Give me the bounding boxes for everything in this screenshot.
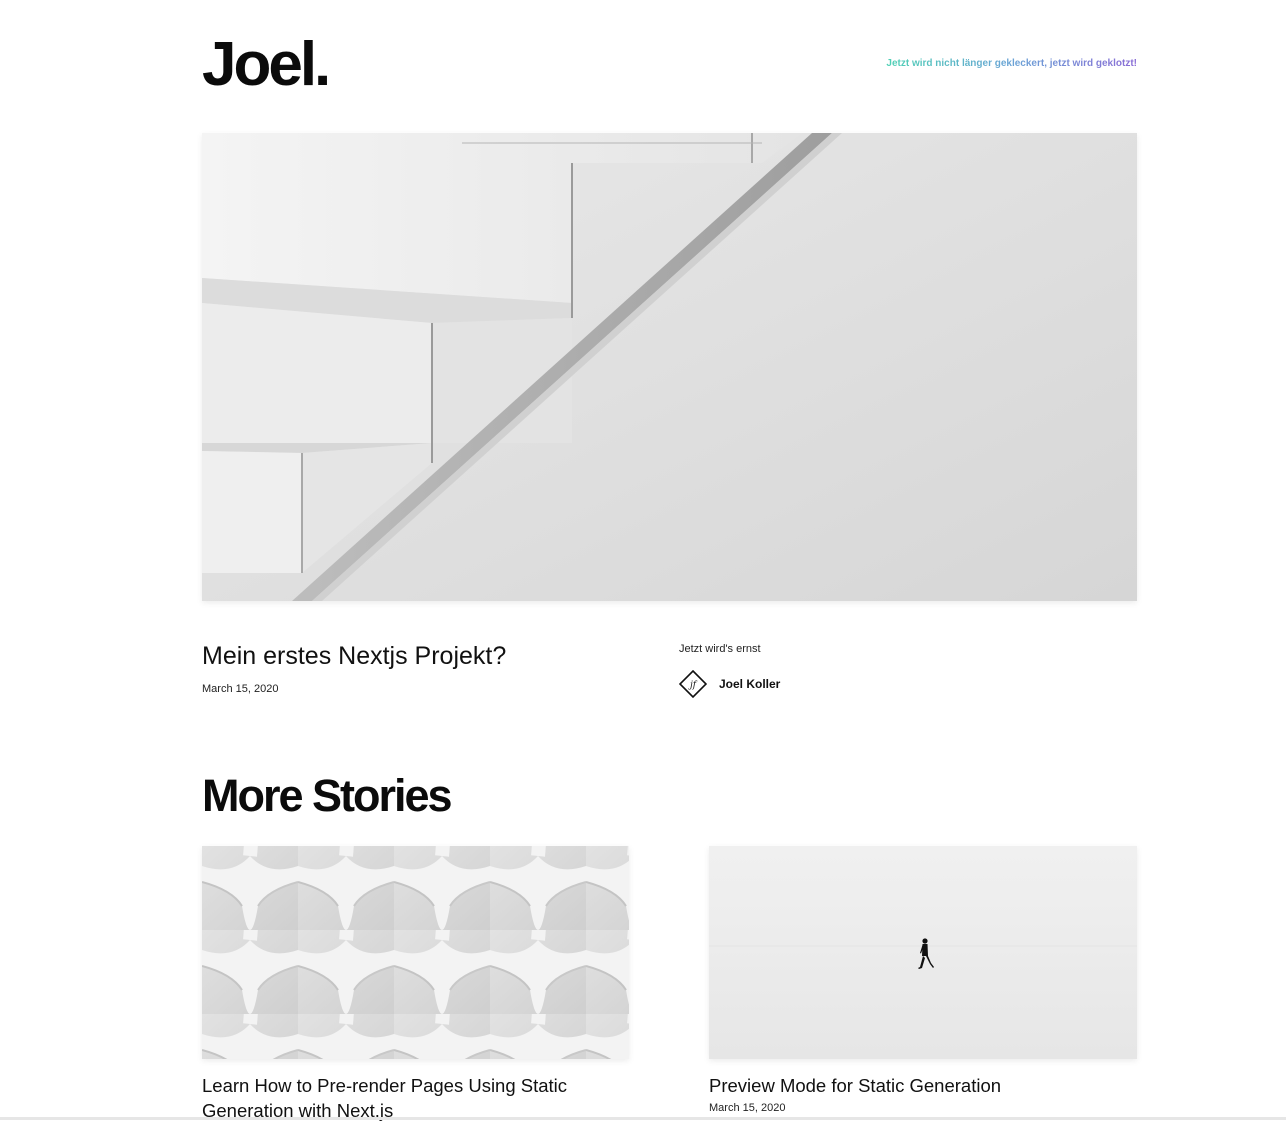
story-cover-image[interactable] [709,846,1137,1059]
story-card: Preview Mode for Static Generation March… [709,846,1137,1114]
story-title[interactable]: Preview Mode for Static Generation [709,1073,1137,1098]
story-date: March 15, 2020 [709,1102,786,1114]
author-name: Joel Koller [719,677,781,691]
architecture-photo-icon [202,133,1137,601]
hero-post-title[interactable]: Mein erstes Nextjs Projekt? [202,640,506,672]
hero-post-date: March 15, 2020 [202,683,279,695]
author-avatar-icon: jf [679,670,707,698]
hero-post-excerpt: Jetzt wird's ernst [679,643,761,655]
site-tagline: Jetzt wird nicht länger gekleckert, jetz… [886,58,1137,69]
snow-walker-photo-icon [709,846,1137,1059]
more-stories-heading: More Stories [202,770,453,821]
story-card: Learn How to Pre-render Pages Using Stat… [202,846,629,1127]
story-cover-image[interactable] [202,846,629,1059]
lattice-photo-icon [202,846,629,1059]
site-logo[interactable]: Joel. [202,30,331,100]
hero-cover-image[interactable] [202,133,1137,601]
page: Joel. Jetzt wird nicht länger gekleckert… [202,0,1137,1121]
site-header: Joel. Jetzt wird nicht länger gekleckert… [202,26,1137,106]
author-byline: jf Joel Koller [679,670,780,698]
story-title[interactable]: Learn How to Pre-render Pages Using Stat… [202,1073,629,1123]
